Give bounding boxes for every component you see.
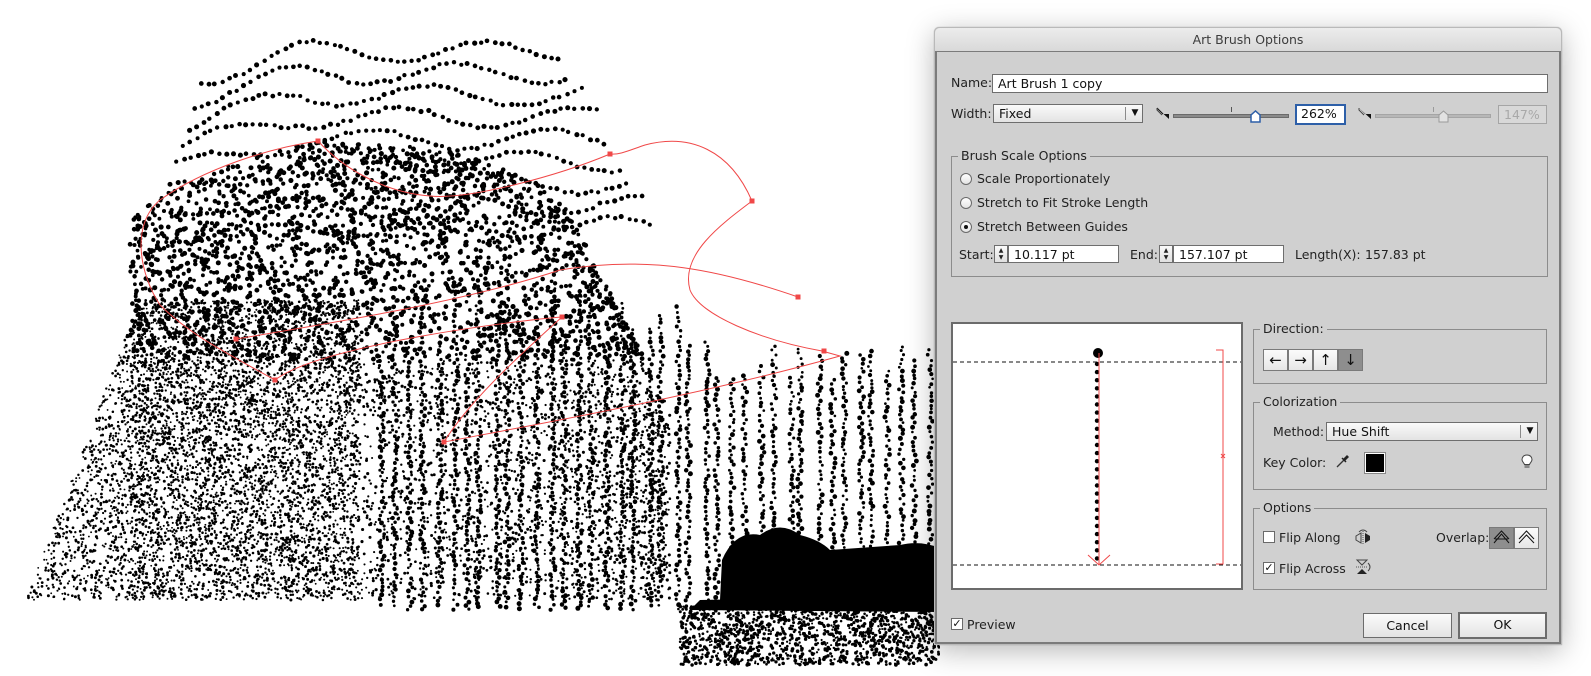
overlap-adjust-icon	[1493, 530, 1510, 544]
arrow-up-icon: ↑	[1319, 351, 1332, 369]
width-slider-track[interactable]	[1173, 114, 1289, 118]
start-label: Start:	[959, 247, 994, 262]
anchor-point[interactable]	[441, 439, 447, 445]
direction-button-arrow-right[interactable]: →	[1288, 349, 1313, 371]
art-brush-options-dialog: Art Brush Options Name: Art Brush 1 copy…	[934, 27, 1562, 645]
preview-label[interactable]: Preview	[967, 617, 1016, 632]
arrow-down-icon: ↓	[1344, 351, 1357, 369]
chevron-down-icon: ▼	[1526, 426, 1534, 436]
brush-preview-graphic[interactable]	[953, 324, 1241, 588]
width-slider-thumb[interactable]	[1250, 110, 1262, 123]
width-variation-icon	[1156, 107, 1169, 119]
overlap-adjust-button[interactable]	[1489, 527, 1514, 549]
name-label: Name:	[951, 75, 993, 90]
anchor-point[interactable]	[559, 314, 565, 320]
key-color-label: Key Color:	[1263, 455, 1327, 470]
scale-option-label[interactable]: Stretch Between Guides	[977, 219, 1128, 234]
flip-along-icon	[1355, 529, 1370, 545]
end-input[interactable]: 157.107 pt	[1173, 245, 1284, 263]
options-title: Options	[1260, 500, 1315, 516]
direction-button-arrow-left[interactable]: ←	[1263, 349, 1288, 371]
lightbulb-tips-icon[interactable]	[1521, 454, 1533, 470]
colorization-title: Colorization	[1260, 394, 1341, 410]
flip-along-label[interactable]: Flip Along	[1279, 530, 1341, 545]
end-stepper[interactable]: ▲ ▼	[1159, 245, 1173, 263]
eyedropper-icon[interactable]	[1335, 453, 1351, 469]
secondary-width-icon	[1358, 108, 1371, 119]
secondary-width-input: 147%	[1498, 105, 1547, 124]
dialog-title: Art Brush Options	[1192, 32, 1304, 47]
method-label: Method:	[1273, 424, 1325, 439]
direction-button-arrow-up[interactable]: ↑	[1313, 349, 1338, 371]
start-stepper[interactable]: ▲ ▼	[994, 245, 1008, 263]
method-select[interactable]: Hue Shift ▼	[1326, 422, 1538, 441]
path-anchor-points[interactable]	[233, 138, 827, 445]
anchor-point[interactable]	[795, 294, 801, 300]
method-select-value: Hue Shift	[1332, 424, 1390, 439]
scale-option-radio[interactable]	[960, 221, 972, 233]
name-input[interactable]: Art Brush 1 copy	[992, 74, 1548, 93]
brush-scale-options-title: Brush Scale Options	[958, 148, 1090, 164]
width-slider-midtick	[1231, 107, 1232, 112]
overlap-label: Overlap:	[1436, 530, 1490, 545]
anchor-point[interactable]	[315, 138, 321, 144]
chevron-down-icon: ▼	[1131, 108, 1139, 118]
width-select-value: Fixed	[999, 106, 1032, 121]
key-color-swatch[interactable]	[1364, 452, 1386, 474]
anchor-point[interactable]	[233, 336, 239, 342]
dialog-titlebar[interactable]: Art Brush Options	[935, 28, 1561, 52]
flip-across-label[interactable]: Flip Across	[1279, 561, 1346, 576]
cancel-button[interactable]: Cancel	[1363, 613, 1452, 638]
length-label: Length(X):	[1295, 247, 1361, 262]
width-percent-input[interactable]: 262%	[1295, 104, 1346, 125]
brush-head-dot	[1093, 348, 1103, 358]
width-slider[interactable]	[1173, 107, 1289, 123]
direction-button-arrow-down[interactable]: ↓	[1338, 349, 1363, 371]
anchor-point[interactable]	[749, 198, 755, 204]
anchor-point[interactable]	[607, 151, 613, 157]
secondary-width-thumb	[1438, 110, 1449, 123]
point-cloud-artwork[interactable]	[0, 0, 940, 676]
width-label: Width:	[951, 106, 992, 121]
scale-option-radio[interactable]	[960, 197, 972, 209]
brush-preview-pane[interactable]	[951, 322, 1243, 590]
anchor-point[interactable]	[821, 348, 827, 354]
width-select[interactable]: Fixed ▼	[993, 104, 1143, 123]
preview-checkbox[interactable]: ✓	[951, 618, 963, 630]
anchor-point[interactable]	[272, 377, 278, 383]
arrow-right-icon: →	[1294, 351, 1307, 369]
secondary-width-slider	[1375, 107, 1491, 123]
overlap-none-icon	[1518, 530, 1535, 544]
ok-button[interactable]: OK	[1458, 612, 1547, 639]
start-input[interactable]: 10.117 pt	[1008, 245, 1119, 263]
overlap-none-button[interactable]	[1514, 527, 1539, 549]
flip-along-checkbox[interactable]	[1263, 531, 1275, 543]
arrow-left-icon: ←	[1269, 351, 1282, 369]
flip-across-icon	[1355, 559, 1371, 574]
flip-across-checkbox[interactable]: ✓	[1263, 562, 1275, 574]
direction-title: Direction:	[1260, 321, 1327, 337]
end-label: End:	[1130, 247, 1158, 262]
scale-option-label[interactable]: Scale Proportionately	[977, 171, 1110, 186]
length-value: 157.83 pt	[1365, 247, 1426, 262]
scale-option-radio[interactable]	[960, 173, 972, 185]
scale-option-label[interactable]: Stretch to Fit Stroke Length	[977, 195, 1148, 210]
colorization-group: Colorization	[1253, 394, 1547, 490]
